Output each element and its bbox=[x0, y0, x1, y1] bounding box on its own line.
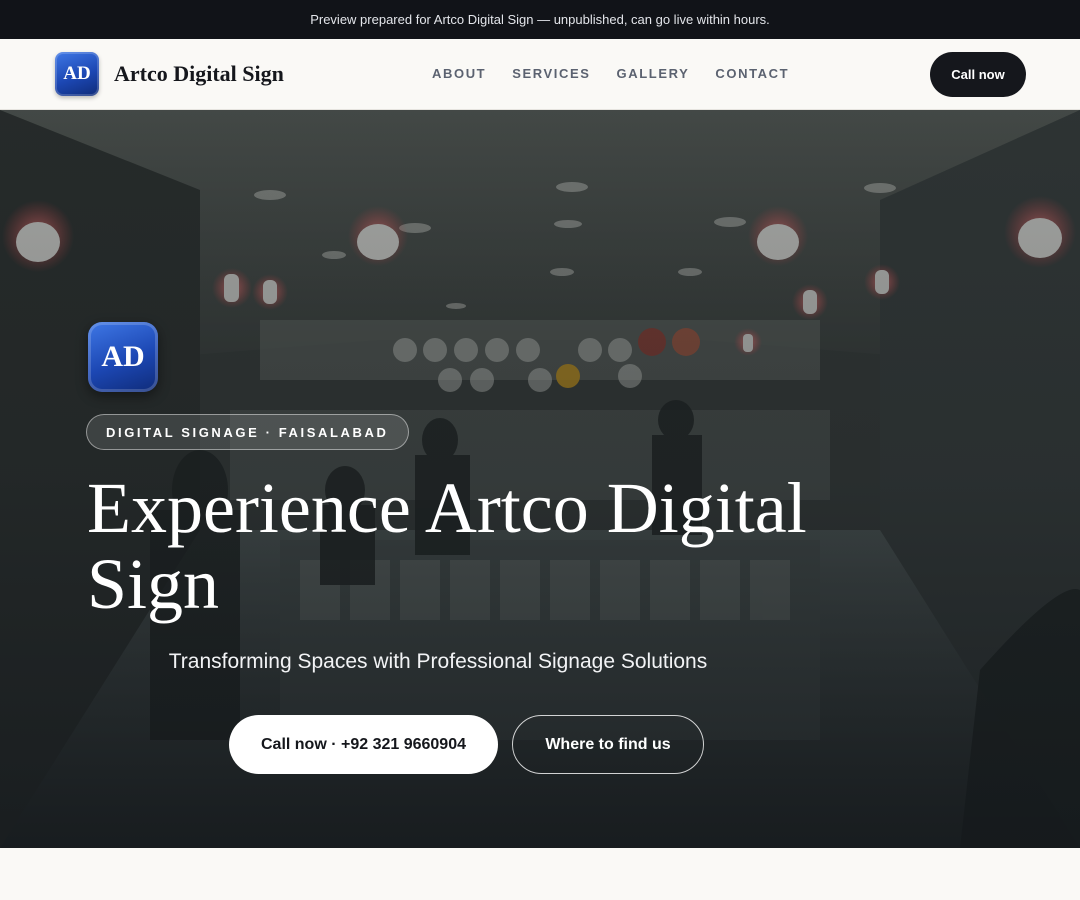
site-header: AD Artco Digital Sign ABOUT SERVICES GAL… bbox=[0, 39, 1080, 110]
main-nav: ABOUT SERVICES GALLERY CONTACT bbox=[432, 66, 789, 81]
nav-link-gallery[interactable]: GALLERY bbox=[617, 66, 690, 81]
hero-call-button[interactable]: Call now · +92 321 9660904 bbox=[229, 715, 498, 774]
call-now-button[interactable]: Call now bbox=[930, 52, 1026, 97]
brand-name[interactable]: Artco Digital Sign bbox=[114, 61, 284, 87]
logo-icon[interactable]: AD bbox=[55, 52, 99, 96]
hero-subheadline: Transforming Spaces with Professional Si… bbox=[168, 650, 708, 673]
hero-logo-icon: AD bbox=[88, 322, 158, 392]
hero-tagline-badge: DIGITAL SIGNAGE · FAISALABAD bbox=[86, 414, 409, 450]
preview-banner-text: Preview prepared for Artco Digital Sign … bbox=[310, 12, 770, 27]
nav-link-contact[interactable]: CONTACT bbox=[715, 66, 789, 81]
hero-headline: Experience Artco Digital Sign bbox=[87, 468, 807, 624]
nav-link-services[interactable]: SERVICES bbox=[512, 66, 590, 81]
hero-section: AD DIGITAL SIGNAGE · FAISALABAD Experien… bbox=[0, 110, 1080, 848]
where-to-find-us-button[interactable]: Where to find us bbox=[512, 715, 704, 774]
nav-link-about[interactable]: ABOUT bbox=[432, 66, 486, 81]
preview-banner: Preview prepared for Artco Digital Sign … bbox=[0, 0, 1080, 39]
